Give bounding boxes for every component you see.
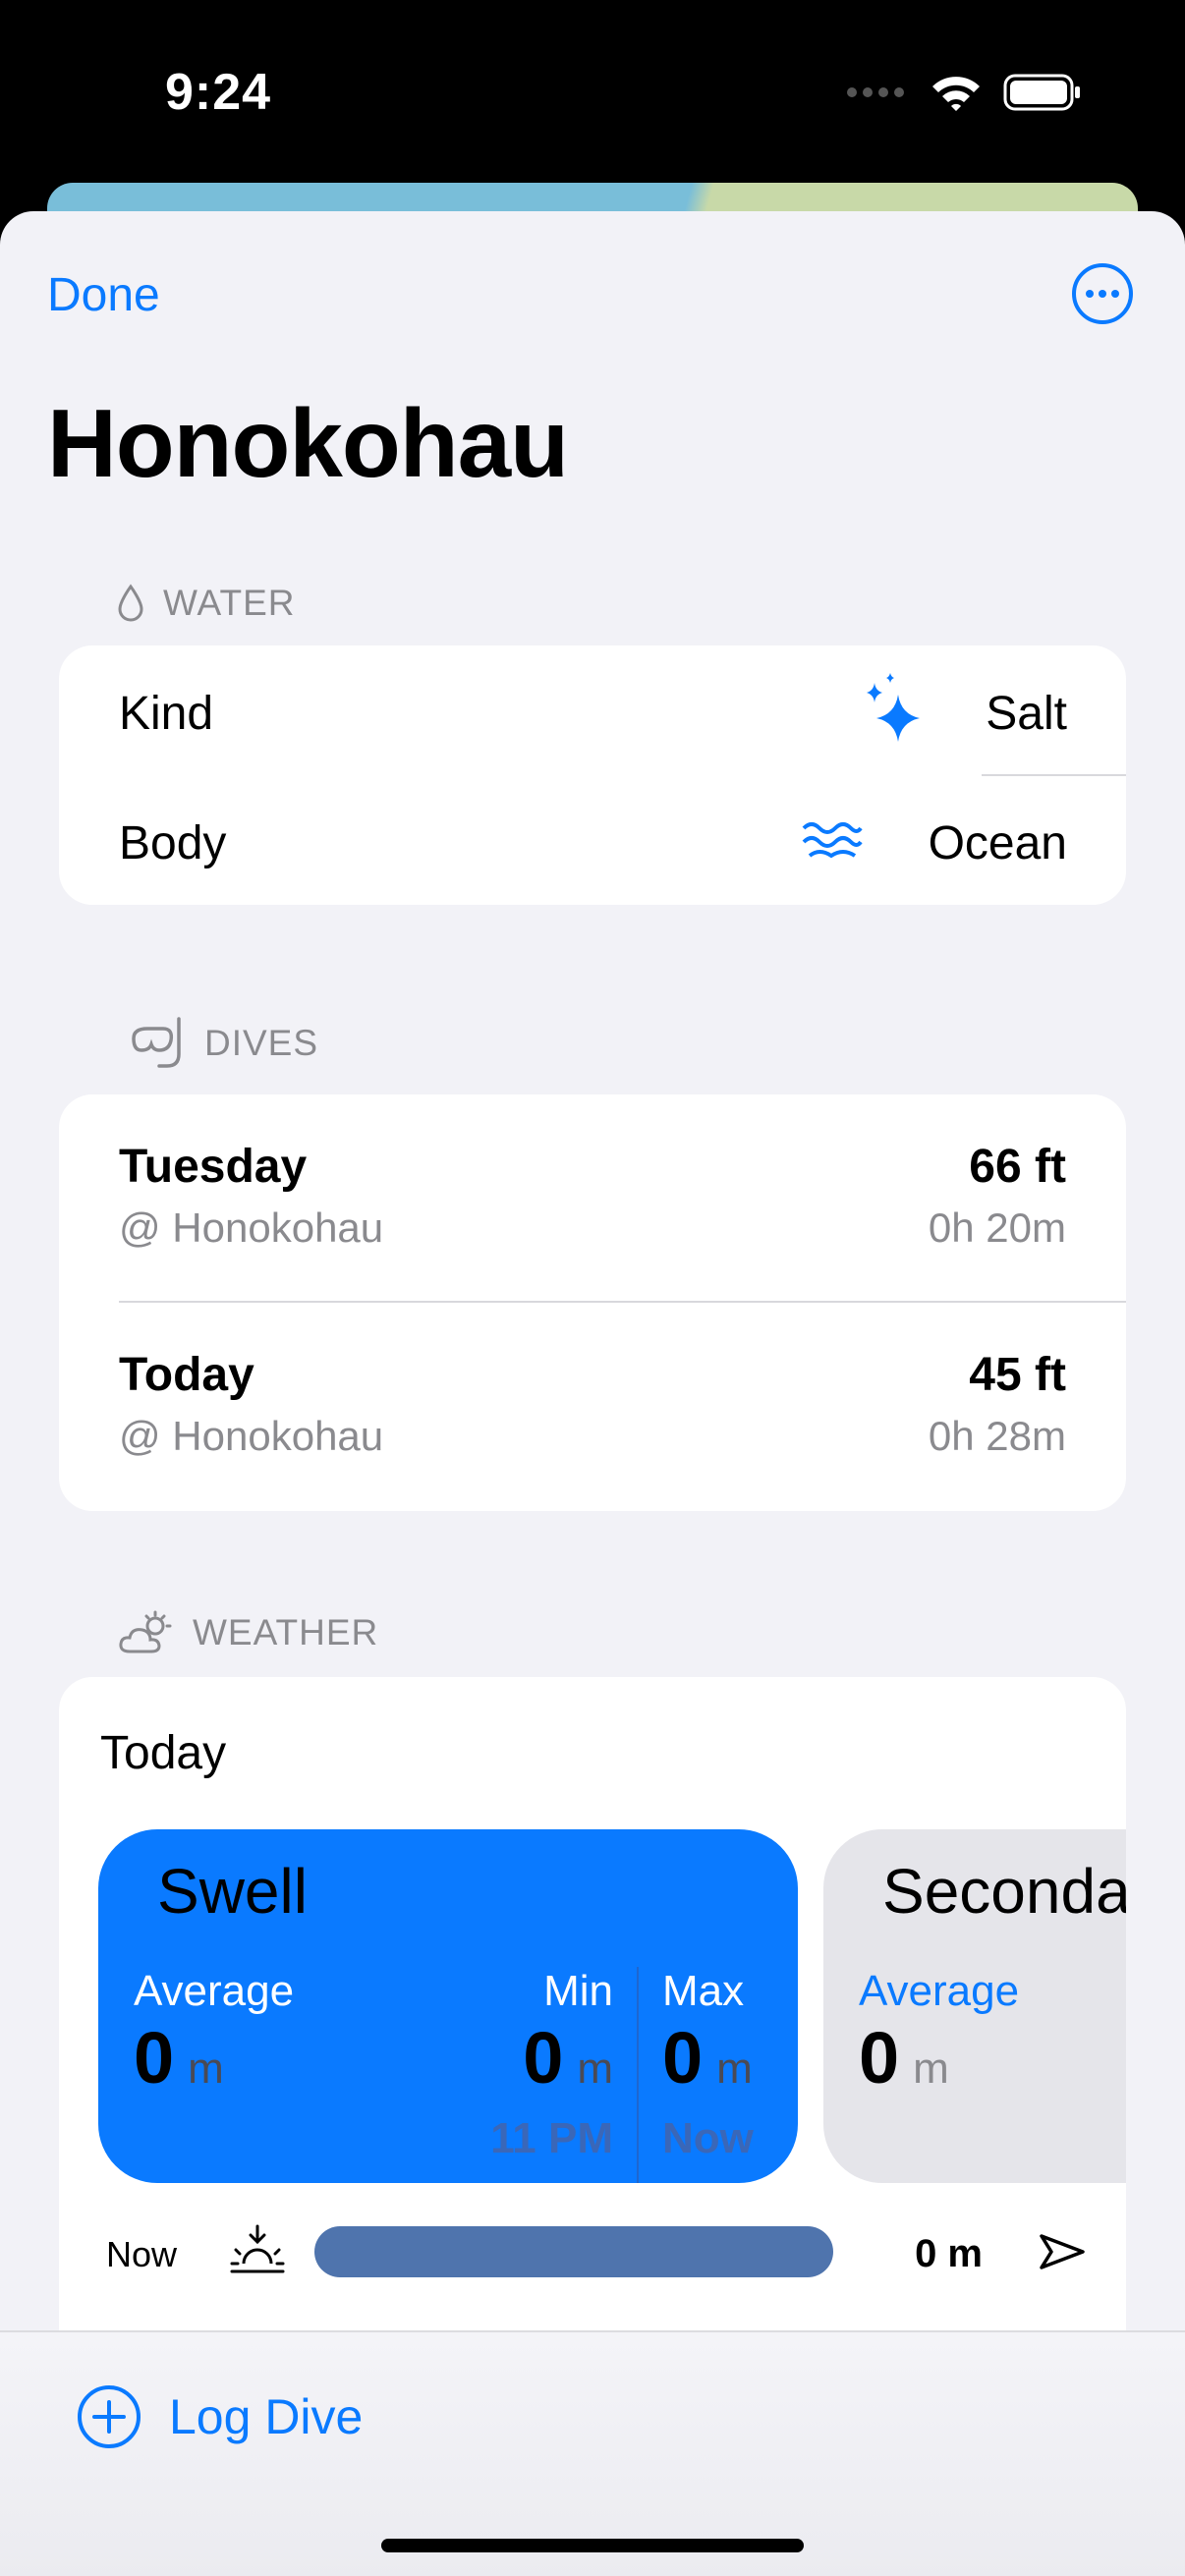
dives-section-header: DIVES <box>130 1015 318 1072</box>
home-indicator[interactable] <box>381 2539 804 2552</box>
dive-location: @ Honokohau <box>119 1413 384 1459</box>
row-divider <box>982 774 1126 776</box>
cloud-sun-icon <box>119 1610 172 1653</box>
dive-depth: 66 ft <box>969 1141 1066 1193</box>
dive-day: Today <box>119 1349 254 1401</box>
tile-divider <box>637 1967 639 2183</box>
water-header-label: WATER <box>163 583 296 623</box>
dive-location: @ Honokohau <box>119 1204 384 1251</box>
weather-card: Today Swell Average 0m Min 0m 11 PM Max … <box>59 1677 1126 2424</box>
swell-average-value: 0m <box>134 2017 224 2099</box>
site-detail-sheet: Done Honokohau WATER Kind Salt Body Ocea… <box>0 211 1185 2576</box>
swell-max-time: Now <box>662 2114 754 2162</box>
done-button[interactable]: Done <box>47 268 160 322</box>
swell-max-label: Max <box>662 1967 745 2015</box>
status-time: 9:24 <box>165 64 272 121</box>
now-label: Now <box>106 2234 178 2274</box>
water-section-header: WATER <box>116 583 295 624</box>
now-value: 0 m <box>915 2232 983 2275</box>
wind-direction-arrow-icon <box>1040 2234 1085 2269</box>
swell-average-label: Average <box>134 1967 295 2015</box>
dives-card: Tuesday @ Honokohau 66 ft 0h 20m Today @… <box>59 1094 1126 1511</box>
water-kind-value: Salt <box>986 688 1067 740</box>
battery-icon <box>1003 74 1080 111</box>
swell-tile[interactable]: Swell Average 0m Min 0m 11 PM Max 0m Now <box>98 1829 798 2183</box>
ellipsis-circle-icon <box>1072 263 1133 324</box>
weather-day-label: Today <box>100 1727 227 1779</box>
water-body-label: Body <box>119 817 227 869</box>
secondary-swell-tile[interactable]: Seconda Average 0m <box>823 1829 1126 2183</box>
dives-header-label: DIVES <box>204 1023 319 1063</box>
drop-icon <box>118 584 143 622</box>
status-bar: 9:24 <box>0 0 1185 187</box>
dive-duration: 0h 28m <box>928 1413 1066 1459</box>
swell-title: Swell <box>157 1856 308 1927</box>
dive-list-item[interactable]: Tuesday @ Honokohau 66 ft 0h 20m <box>59 1094 1126 1301</box>
swell-min-label: Min <box>543 1967 613 2015</box>
swell-min-value: 0m <box>523 2017 613 2099</box>
plus-circle-icon <box>78 2385 141 2448</box>
swell-max-value: 0m <box>662 2017 753 2099</box>
cellular-signal-icon <box>847 87 904 97</box>
page-title: Honokohau <box>47 389 569 497</box>
more-button[interactable] <box>1071 262 1134 325</box>
water-waves-icon <box>802 822 863 859</box>
weather-header-label: WEATHER <box>193 1612 379 1652</box>
sunrise-icon <box>230 2224 285 2273</box>
dive-duration: 0h 20m <box>928 1204 1066 1251</box>
sparkles-icon <box>867 673 920 742</box>
water-card: Kind Salt Body Ocean <box>59 645 1126 905</box>
secondary-average-value: 0m <box>859 2017 949 2099</box>
log-dive-label: Log Dive <box>169 2389 364 2444</box>
water-body-value: Ocean <box>928 817 1067 869</box>
log-dive-button[interactable]: Log Dive <box>77 2384 363 2449</box>
dive-list-item[interactable]: Today @ Honokohau 45 ft 0h 28m <box>59 1303 1126 1511</box>
secondary-average-label: Average <box>859 1967 1020 2015</box>
status-icons <box>846 73 1082 112</box>
swell-timeline-bar <box>314 2226 833 2277</box>
dive-depth: 45 ft <box>969 1349 1066 1401</box>
water-kind-label: Kind <box>119 688 214 740</box>
weather-section-header: WEATHER <box>118 1610 378 1655</box>
swell-min-time: 11 PM <box>490 2114 613 2162</box>
swell-timeline-row: Now 0 m <box>59 2212 1126 2301</box>
secondary-title: Seconda <box>882 1856 1126 1927</box>
diving-mask-icon <box>132 1017 181 1068</box>
wifi-icon <box>932 77 980 111</box>
dive-day: Tuesday <box>119 1141 308 1193</box>
